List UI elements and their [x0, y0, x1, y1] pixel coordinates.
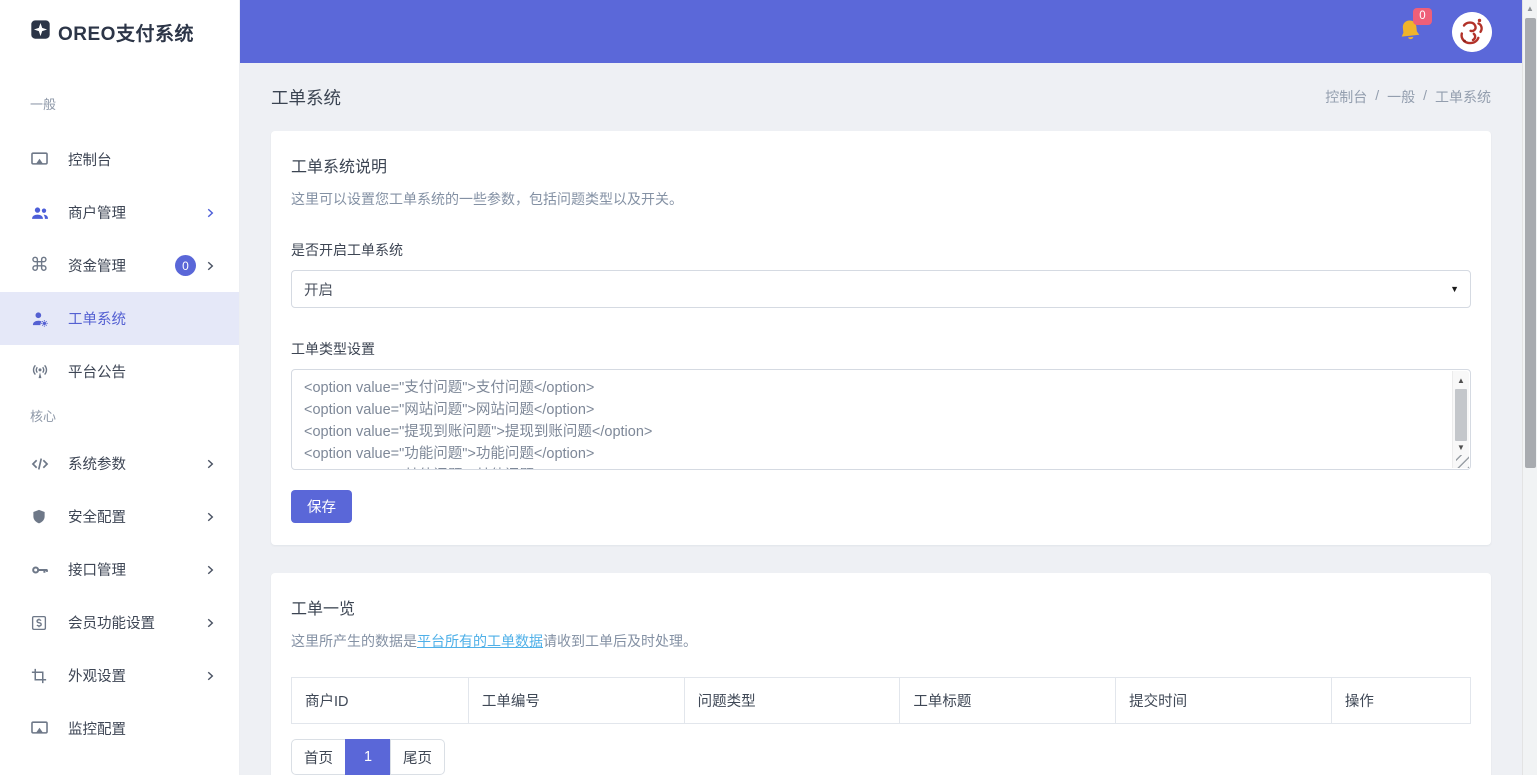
dollar-square-icon [30, 614, 54, 632]
section-label-core: 核心 [30, 406, 239, 425]
monitor-icon [30, 719, 54, 738]
column-issue-type: 问题类型 [684, 678, 900, 724]
select-arrow-icon: ▼ [1450, 284, 1459, 294]
crop-icon [30, 667, 54, 685]
sidebar-item-console[interactable]: 控制台 [0, 133, 239, 186]
resize-grip[interactable] [1456, 455, 1469, 468]
scrollbar-thumb[interactable] [1455, 389, 1467, 441]
save-button[interactable]: 保存 [291, 490, 352, 523]
ticket-system-toggle-select[interactable]: 开启 ▼ [291, 270, 1471, 308]
settings-card-description: 这里可以设置您工单系统的一些参数，包括问题类型以及开关。 [291, 189, 1471, 209]
topbar: 0 [240, 0, 1522, 63]
tickets-card-title: 工单一览 [291, 595, 1471, 619]
notifications-button[interactable]: 0 [1396, 17, 1426, 47]
chevron-right-icon [203, 259, 217, 273]
toggle-label: 是否开启工单系统 [291, 240, 1471, 260]
chevron-right-icon [203, 457, 217, 471]
sidebar-item-system-params[interactable]: 系统参数 [0, 437, 239, 490]
section-label-general: 一般 [30, 94, 239, 113]
app-title: OREO支付系统 [58, 19, 194, 46]
breadcrumb-current: 工单系统 [1435, 87, 1491, 107]
pagination: 首页 1 尾页 [291, 739, 445, 775]
column-merchant-id: 商户ID [292, 678, 469, 724]
broadcast-icon [30, 362, 54, 382]
textarea-scrollbar[interactable]: ▲ ▼ [1452, 371, 1469, 468]
ticket-list-card: 工单一览 这里所产生的数据是平台所有的工单数据请收到工单后及时处理。 商户ID … [271, 573, 1491, 775]
main-content: 工单系统 控制台 / 一般 / 工单系统 工单系统说明 这里可以设置您工单系统的… [240, 63, 1522, 775]
tickets-card-description: 这里所产生的数据是平台所有的工单数据请收到工单后及时处理。 [291, 631, 1471, 651]
sidebar-item-api[interactable]: 接口管理 [0, 543, 239, 596]
ticket-settings-card: 工单系统说明 这里可以设置您工单系统的一些参数，包括问题类型以及开关。 是否开启… [271, 131, 1491, 545]
page-header: 工单系统 控制台 / 一般 / 工单系统 [271, 63, 1491, 131]
window-scrollbar-thumb[interactable] [1525, 18, 1536, 468]
selected-option: 开启 [304, 279, 333, 300]
breadcrumb-console[interactable]: 控制台 [1325, 87, 1367, 107]
brand-star-icon [30, 19, 51, 45]
page-title: 工单系统 [271, 85, 341, 110]
sidebar-item-announcements[interactable]: 平台公告 [0, 345, 239, 398]
column-actions: 操作 [1331, 678, 1470, 724]
ticket-system-icon [30, 309, 54, 329]
column-ticket-number: 工单编号 [468, 678, 684, 724]
sidebar-item-member-settings[interactable]: 会员功能设置 [0, 596, 239, 649]
chevron-right-icon [203, 563, 217, 577]
app-logo[interactable]: OREO支付系统 [0, 0, 239, 64]
sidebar-item-appearance[interactable]: 外观设置 [0, 649, 239, 702]
funds-icon: ⌘ [30, 256, 54, 275]
scroll-down-icon[interactable]: ▼ [1453, 440, 1469, 454]
column-submit-time: 提交时间 [1116, 678, 1332, 724]
chevron-right-icon [203, 510, 217, 524]
scroll-up-icon[interactable]: ▲ [1523, 0, 1537, 16]
chevron-right-icon [203, 206, 217, 220]
column-ticket-title: 工单标题 [900, 678, 1116, 724]
console-icon [30, 150, 54, 169]
sidebar: OREO支付系统 一般 控制台 商户管理 ⌘ 资金管理 0 [0, 0, 240, 775]
funds-count-badge: 0 [175, 255, 196, 276]
sidebar-item-security[interactable]: 安全配置 [0, 490, 239, 543]
code-icon [30, 454, 54, 474]
table-header-row: 商户ID 工单编号 问题类型 工单标题 提交时间 操作 [292, 678, 1471, 724]
pagination-last-button[interactable]: 尾页 [390, 739, 445, 775]
window-scrollbar[interactable]: ▲ [1522, 0, 1537, 775]
chevron-right-icon [203, 669, 217, 683]
shield-icon [30, 508, 54, 526]
sidebar-item-tickets[interactable]: 工单系统 [0, 292, 239, 345]
sidebar-item-funds[interactable]: ⌘ 资金管理 0 [0, 239, 239, 292]
breadcrumb: 控制台 / 一般 / 工单系统 [1325, 87, 1491, 107]
ticket-types-textarea[interactable]: <option value="支付问题">支付问题</option> <opti… [291, 369, 1471, 470]
key-icon [30, 560, 54, 580]
pagination-first-button[interactable]: 首页 [291, 739, 346, 775]
tickets-table: 商户ID 工单编号 问题类型 工单标题 提交时间 操作 [291, 677, 1471, 724]
all-tickets-link[interactable]: 平台所有的工单数据 [417, 633, 543, 649]
user-avatar[interactable] [1452, 12, 1492, 52]
settings-card-title: 工单系统说明 [291, 153, 1471, 177]
merchants-icon [30, 203, 54, 223]
breadcrumb-general[interactable]: 一般 [1387, 87, 1415, 107]
sidebar-item-merchants[interactable]: 商户管理 [0, 186, 239, 239]
types-label: 工单类型设置 [291, 339, 1471, 359]
pagination-page-1-button[interactable]: 1 [345, 739, 391, 775]
chevron-right-icon [203, 616, 217, 630]
notification-count-badge: 0 [1413, 8, 1432, 25]
ticket-types-value: <option value="支付问题">支付问题</option> <opti… [304, 377, 1442, 469]
scroll-up-icon[interactable]: ▲ [1453, 373, 1469, 387]
sidebar-item-monitoring[interactable]: 监控配置 [0, 702, 239, 755]
